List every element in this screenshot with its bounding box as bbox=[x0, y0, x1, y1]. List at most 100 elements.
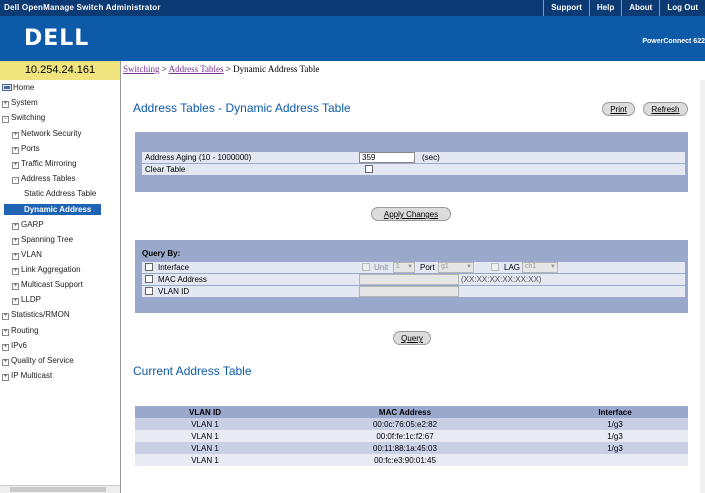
sidebar-item-system[interactable]: + System bbox=[2, 98, 38, 108]
clear-table-label: Clear Table bbox=[145, 165, 186, 174]
sidebar-horizontal-scrollbar[interactable] bbox=[0, 485, 120, 493]
expand-icon: + bbox=[12, 147, 19, 154]
top-links: Support Help About Log Out bbox=[543, 0, 705, 16]
about-link[interactable]: About bbox=[621, 0, 659, 16]
breadcrumb-switching[interactable]: Switching bbox=[123, 64, 160, 74]
sidebar-item-label: IPv6 bbox=[11, 341, 28, 350]
sidebar-item-label: IP Multicast bbox=[11, 371, 53, 380]
expand-icon: + bbox=[12, 283, 19, 290]
vlan-id-label: VLAN ID bbox=[158, 287, 190, 296]
mac-address-input[interactable] bbox=[359, 274, 459, 285]
column-header-interface[interactable]: Interface bbox=[565, 408, 665, 417]
lag-select[interactable]: ch1 ▼ bbox=[522, 262, 558, 273]
sidebar-item-home[interactable]: Home bbox=[2, 83, 34, 92]
port-select[interactable]: g1 ▼ bbox=[438, 262, 474, 273]
refresh-button[interactable]: Refresh bbox=[643, 102, 688, 116]
page-title: Address Tables - Dynamic Address Table bbox=[133, 101, 351, 115]
switch-ip: 10.254.24.161 bbox=[0, 61, 121, 80]
sidebar-item-network-security[interactable]: + Network Security bbox=[12, 129, 81, 139]
sidebar-item-traffic-mirroring[interactable]: + Traffic Mirroring bbox=[12, 159, 77, 169]
expand-icon: + bbox=[12, 132, 19, 139]
cell-mac-address: 00:fc:e3:90:01:45 bbox=[374, 456, 436, 465]
query-by-heading: Query By: bbox=[142, 249, 181, 258]
table-row: VLAN 1 00:0f:fe:1c:f2:67 1/g3 bbox=[135, 430, 688, 442]
breadcrumb: Switching > Address Tables > Dynamic Add… bbox=[123, 64, 319, 74]
sidebar-item-ports[interactable]: + Ports bbox=[12, 144, 40, 154]
main-vertical-scrollbar[interactable] bbox=[700, 80, 705, 493]
help-link[interactable]: Help bbox=[588, 0, 621, 16]
collapse-icon: - bbox=[2, 116, 9, 123]
expand-icon: + bbox=[2, 101, 9, 108]
sidebar-item-routing[interactable]: + Routing bbox=[2, 326, 39, 336]
sidebar-item-label: GARP bbox=[21, 220, 44, 229]
cell-interface: 1/g3 bbox=[607, 420, 623, 429]
sidebar-item-label: Quality of Service bbox=[11, 356, 74, 365]
expand-icon: + bbox=[2, 313, 9, 320]
clear-table-checkbox[interactable] bbox=[365, 165, 373, 173]
sidebar-item-switching[interactable]: - Switching bbox=[2, 113, 45, 123]
cell-vlan-id: VLAN 1 bbox=[191, 456, 219, 465]
sidebar-item-address-tables[interactable]: - Address Tables bbox=[12, 174, 76, 184]
unit-select[interactable]: 1 ▼ bbox=[393, 262, 415, 273]
expand-icon: + bbox=[2, 329, 9, 336]
sidebar-item-label: Dynamic Address bbox=[24, 205, 92, 214]
sidebar-item-label: Network Security bbox=[21, 129, 82, 138]
support-link[interactable]: Support bbox=[543, 0, 589, 16]
cell-mac-address: 00:0c:76:05:e2:82 bbox=[372, 420, 438, 429]
vlan-id-input[interactable] bbox=[359, 286, 459, 297]
aging-label: Address Aging (10 - 1000000) bbox=[145, 153, 252, 162]
sidebar-item-vlan[interactable]: + VLAN bbox=[12, 250, 42, 260]
sidebar-item-ip-multicast[interactable]: + IP Multicast bbox=[2, 371, 52, 381]
expand-icon: + bbox=[2, 344, 9, 351]
unit-label: Unit bbox=[374, 263, 389, 272]
sidebar-item-dynamic-address[interactable]: Dynamic Address bbox=[4, 204, 101, 215]
app-title: Dell OpenManage Switch Administrator bbox=[4, 3, 161, 12]
logout-link[interactable]: Log Out bbox=[659, 0, 705, 16]
interface-label: Interface bbox=[158, 263, 190, 272]
dell-logo: DELL bbox=[24, 26, 90, 51]
aging-input[interactable] bbox=[359, 152, 415, 163]
cell-vlan-id: VLAN 1 bbox=[191, 420, 219, 429]
sidebar-item-label: Traffic Mirroring bbox=[21, 159, 77, 168]
port-label: Port bbox=[420, 263, 435, 272]
column-header-mac-address[interactable]: MAC Address bbox=[335, 408, 475, 417]
expand-icon: + bbox=[12, 298, 19, 305]
lag-value: ch1 bbox=[525, 263, 537, 270]
expand-icon: + bbox=[2, 359, 9, 366]
sidebar-item-spanning-tree[interactable]: + Spanning Tree bbox=[12, 235, 73, 245]
vlan-id-checkbox[interactable] bbox=[145, 287, 153, 295]
expand-icon: + bbox=[12, 253, 19, 260]
lag-radio[interactable] bbox=[491, 263, 499, 271]
chevron-down-icon: ▼ bbox=[466, 264, 472, 270]
chevron-down-icon: ▼ bbox=[407, 264, 413, 270]
sidebar-nav: Home + System - Switching + Network Securit… bbox=[0, 80, 121, 493]
breadcrumb-current: > Dynamic Address Table bbox=[223, 64, 320, 74]
sidebar-item-label: Static Address Table bbox=[24, 189, 97, 198]
sidebar-item-static-address-table[interactable]: Static Address Table bbox=[24, 189, 96, 198]
mac-address-checkbox[interactable] bbox=[145, 275, 153, 283]
interface-checkbox[interactable] bbox=[145, 263, 153, 271]
mac-address-label: MAC Address bbox=[158, 275, 207, 284]
sidebar-item-multicast-support[interactable]: + Multicast Support bbox=[12, 280, 83, 290]
aging-unit: (sec) bbox=[422, 153, 440, 162]
expand-icon: + bbox=[2, 374, 9, 381]
sidebar-item-label: Home bbox=[13, 83, 35, 92]
sidebar-item-lldp[interactable]: + LLDP bbox=[12, 295, 41, 305]
breadcrumb-address-tables[interactable]: Address Tables bbox=[169, 64, 224, 74]
scrollbar-thumb[interactable] bbox=[10, 487, 106, 492]
cell-mac-address: 00:11:88:1a:45:03 bbox=[373, 444, 437, 453]
sidebar-item-link-aggregation[interactable]: + Link Aggregation bbox=[12, 265, 81, 275]
sidebar-item-statistics-rmon[interactable]: + Statistics/RMON bbox=[2, 310, 70, 320]
current-address-table-title: Current Address Table bbox=[133, 364, 252, 378]
sidebar-item-quality-of-service[interactable]: + Quality of Service bbox=[2, 356, 74, 366]
query-button[interactable]: Query bbox=[393, 331, 431, 345]
query-panel: Query By: Interface Unit 1 ▼ Port g1 ▼ LAG… bbox=[135, 240, 688, 313]
sidebar-item-label: VLAN bbox=[21, 250, 42, 259]
sidebar-item-ipv6[interactable]: + IPv6 bbox=[2, 341, 27, 351]
unit-port-radio[interactable] bbox=[362, 263, 370, 271]
sidebar-item-garp[interactable]: + GARP bbox=[12, 220, 44, 230]
column-header-vlan-id[interactable]: VLAN ID bbox=[165, 408, 245, 417]
cell-interface: 1/g3 bbox=[607, 432, 623, 441]
apply-changes-button[interactable]: Apply Changes bbox=[371, 207, 451, 221]
print-button[interactable]: Print bbox=[602, 102, 635, 116]
